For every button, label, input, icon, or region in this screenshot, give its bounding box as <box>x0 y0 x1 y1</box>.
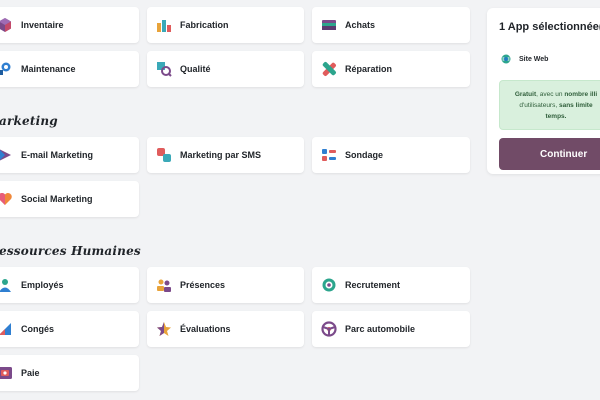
selection-title: 1 App sélectionnée(s <box>499 21 600 33</box>
notice-text: , avec un <box>536 91 565 98</box>
recruitment-icon <box>321 277 337 293</box>
app-label: Présences <box>180 280 226 290</box>
app-label: Réparation <box>345 64 393 74</box>
pricing-notice: Gratuit, avec un nombre illi d'utilisate… <box>499 80 600 130</box>
app-card-parc-automobile[interactable]: Parc automobile <box>312 311 470 347</box>
survey-icon <box>321 147 337 163</box>
selected-app-item: Site Web <box>501 54 548 64</box>
app-label: E-mail Marketing <box>21 150 94 160</box>
continue-button[interactable]: Continuer <box>499 138 600 170</box>
app-label: Évaluations <box>180 324 231 334</box>
app-card-sondage[interactable]: Sondage <box>312 137 470 173</box>
appraisal-icon <box>156 321 172 337</box>
attendance-icon <box>156 277 172 293</box>
payroll-icon <box>0 365 13 381</box>
app-label: Qualité <box>180 64 211 74</box>
employees-icon <box>0 277 13 293</box>
app-label: Maintenance <box>21 64 76 74</box>
fleet-icon <box>321 321 337 337</box>
time-off-icon <box>0 321 13 337</box>
app-card-maintenance[interactable]: Maintenance <box>0 51 139 87</box>
manufacturing-icon <box>156 17 172 33</box>
app-label: Recrutement <box>345 280 401 290</box>
notice-text: d'utilisateurs, <box>519 102 559 109</box>
section-title-marketing: arketing <box>0 114 58 128</box>
app-card-email-marketing[interactable]: E-mail Marketing <box>0 137 139 173</box>
app-label: Fabrication <box>180 20 229 30</box>
app-card-social-marketing[interactable]: Social Marketing <box>0 181 139 217</box>
app-card-presences[interactable]: Présences <box>147 267 304 303</box>
app-card-inventaire[interactable]: Inventaire <box>0 7 139 43</box>
social-marketing-icon <box>0 191 13 207</box>
app-label: Sondage <box>345 150 384 160</box>
app-card-paie[interactable]: Paie <box>0 355 139 391</box>
notice-strong-limit: sans limite <box>558 102 593 109</box>
repair-icon <box>321 61 337 77</box>
app-card-evaluations[interactable]: Évaluations <box>147 311 304 347</box>
email-marketing-icon <box>0 147 13 163</box>
sms-marketing-icon <box>156 147 172 163</box>
app-card-achats[interactable]: Achats <box>312 7 470 43</box>
website-icon <box>501 54 511 64</box>
app-label: Achats <box>345 20 376 30</box>
app-card-reparation[interactable]: Réparation <box>312 51 470 87</box>
app-label: Employés <box>21 280 64 290</box>
app-card-employes[interactable]: Employés <box>0 267 139 303</box>
app-label: Paie <box>21 368 40 378</box>
quality-icon <box>156 61 172 77</box>
notice-strong-users: nombre illi <box>564 91 598 98</box>
app-label: Marketing par SMS <box>180 150 262 160</box>
app-card-conges[interactable]: Congés <box>0 311 139 347</box>
app-card-recrutement[interactable]: Recrutement <box>312 267 470 303</box>
section-title-hr: essources Humaines <box>0 244 141 258</box>
app-label: Congés <box>21 324 55 334</box>
maintenance-icon <box>0 61 13 77</box>
purchase-icon <box>321 17 337 33</box>
app-label: Parc automobile <box>345 324 416 334</box>
app-card-qualite[interactable]: Qualité <box>147 51 304 87</box>
app-selection-screen: Inventaire Fabrication Achats Maintenanc… <box>0 0 600 400</box>
selected-app-label: Site Web <box>519 55 549 63</box>
app-card-fabrication[interactable]: Fabrication <box>147 7 304 43</box>
notice-strong-free: Gratuit <box>514 91 537 98</box>
app-label: Social Marketing <box>21 194 93 204</box>
notice-strong-time: temps. <box>545 113 567 120</box>
selection-panel: 1 App sélectionnée(s Site Web Gratuit, a… <box>487 8 600 174</box>
app-label: Inventaire <box>21 20 64 30</box>
inventory-icon <box>0 17 13 33</box>
app-card-sms-marketing[interactable]: Marketing par SMS <box>147 137 304 173</box>
